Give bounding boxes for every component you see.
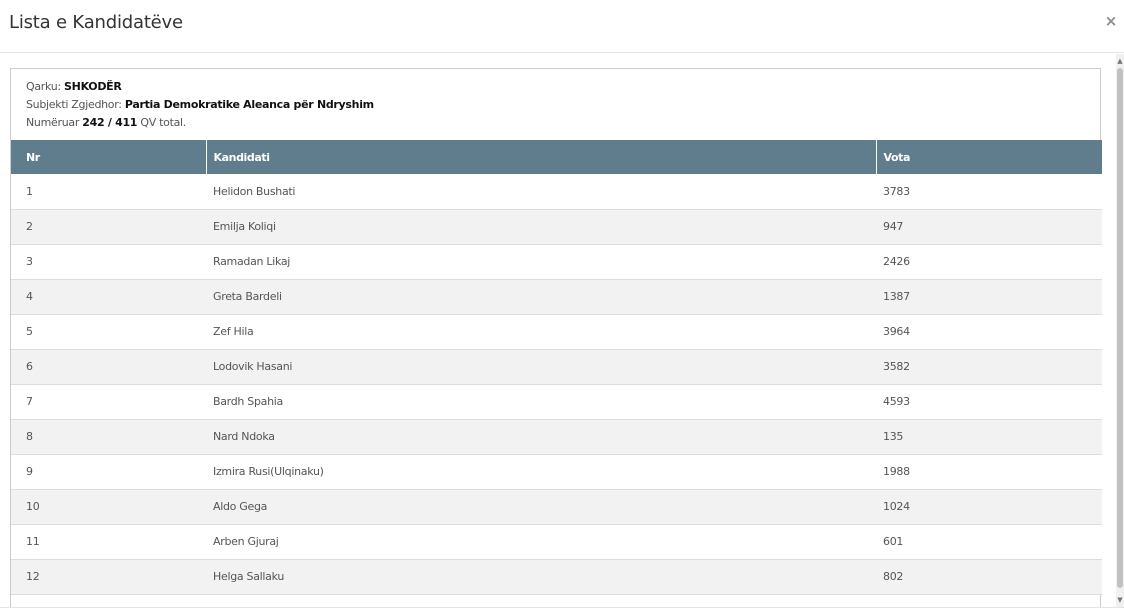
row-votes: 3964	[883, 325, 910, 338]
table-row: 5 Zef Hila 3964	[11, 314, 1102, 349]
table-row: 8 Nard Ndoka 135	[11, 419, 1102, 454]
row-votes: 2426	[883, 255, 910, 268]
subjekti-value: Partia Demokratike Aleanca për Ndryshim	[124, 98, 374, 111]
scroll-thumb[interactable]	[1117, 68, 1123, 588]
row-candidate: Nard Ndoka	[213, 430, 275, 443]
row-nr: 9	[26, 465, 33, 478]
row-candidate: Ramadan Likaj	[213, 255, 291, 268]
table-header-row: Nr Kandidati Vota	[11, 140, 1102, 174]
row-candidate: Arben Gjuraj	[213, 535, 279, 548]
candidates-modal: Lista e Kandidatëve × Qarku: SHKODËR Sub…	[0, 0, 1124, 615]
numeruar-suffix: QV total.	[140, 116, 186, 129]
row-votes: 135	[883, 430, 904, 443]
row-votes: 1988	[883, 465, 910, 478]
row-votes: 601	[883, 535, 904, 548]
numeruar-line: Numëruar 242 / 411 QV total.	[26, 114, 374, 132]
candidates-table: Nr Kandidati Vota 1 Helidon Bushati 3783…	[11, 140, 1102, 595]
subjekti-line: Subjekti Zgjedhor: Partia Demokratike Al…	[26, 96, 374, 114]
row-candidate: Greta Bardeli	[213, 290, 282, 303]
table-row: 9 Izmira Rusi(Ulqinaku) 1988	[11, 454, 1102, 489]
table-row: 10 Aldo Gega 1024	[11, 489, 1102, 524]
row-candidate: Emilja Koliqi	[213, 220, 276, 233]
row-candidate: Lodovik Hasani	[213, 360, 293, 373]
row-votes: 947	[883, 220, 904, 233]
row-candidate: Helga Sallaku	[213, 570, 284, 583]
table-row: 4 Greta Bardeli 1387	[11, 279, 1102, 314]
row-candidate: Zef Hila	[213, 325, 254, 338]
row-votes: 1024	[883, 500, 910, 513]
row-votes: 1387	[883, 290, 910, 303]
qarku-label: Qarku:	[26, 80, 61, 93]
table-row: 2 Emilja Koliqi 947	[11, 209, 1102, 244]
table-row: 1 Helidon Bushati 3783	[11, 174, 1102, 209]
info-block: Qarku: SHKODËR Subjekti Zgjedhor: Partia…	[26, 78, 374, 132]
modal-body: Qarku: SHKODËR Subjekti Zgjedhor: Partia…	[0, 54, 1116, 607]
table-row: 6 Lodovik Hasani 3582	[11, 349, 1102, 384]
table-row: 3 Ramadan Likaj 2426	[11, 244, 1102, 279]
numeruar-label: Numëruar	[26, 116, 80, 129]
qarku-value: SHKODËR	[64, 80, 122, 93]
row-candidate: Helidon Bushati	[213, 184, 296, 198]
row-nr: 7	[26, 395, 33, 408]
row-votes: 3783	[883, 184, 910, 198]
header-candidate: Kandidati	[205, 140, 876, 174]
row-nr: 10	[26, 500, 40, 513]
row-nr: 11	[26, 535, 40, 548]
table-row: 12 Helga Sallaku 802	[11, 559, 1102, 594]
row-votes: 802	[883, 570, 904, 583]
row-nr: 12	[26, 570, 40, 583]
modal-footer-divider	[0, 607, 1124, 615]
row-votes: 3582	[883, 360, 910, 373]
row-nr: 4	[26, 290, 33, 303]
results-panel: Qarku: SHKODËR Subjekti Zgjedhor: Partia…	[10, 68, 1102, 607]
scroll-down-icon[interactable]: ▼	[1116, 595, 1124, 605]
row-nr: 3	[26, 255, 33, 268]
row-nr: 6	[26, 360, 33, 373]
row-nr: 5	[26, 325, 33, 338]
row-candidate: Izmira Rusi(Ulqinaku)	[213, 465, 324, 478]
row-votes: 4593	[883, 395, 910, 408]
row-candidate: Aldo Gega	[213, 500, 268, 513]
table-row: 7 Bardh Spahia 4593	[11, 384, 1102, 419]
modal-header: Lista e Kandidatëve ×	[0, 0, 1124, 53]
row-candidate: Bardh Spahia	[213, 395, 283, 408]
subjekti-label: Subjekti Zgjedhor:	[26, 98, 122, 111]
numeruar-value: 242 / 411	[82, 116, 138, 129]
close-icon[interactable]: ×	[1104, 13, 1118, 29]
row-nr: 1	[26, 184, 33, 198]
vertical-scrollbar[interactable]: ▲ ▼	[1116, 54, 1124, 607]
modal-title: Lista e Kandidatëve	[9, 12, 183, 33]
qarku-line: Qarku: SHKODËR	[26, 78, 374, 96]
header-nr: Nr	[26, 150, 40, 164]
header-votes: Vota	[875, 140, 1102, 174]
row-nr: 2	[26, 220, 33, 233]
table-row: 11 Arben Gjuraj 601	[11, 524, 1102, 559]
row-nr: 8	[26, 430, 33, 443]
scroll-up-icon[interactable]: ▲	[1116, 56, 1124, 66]
